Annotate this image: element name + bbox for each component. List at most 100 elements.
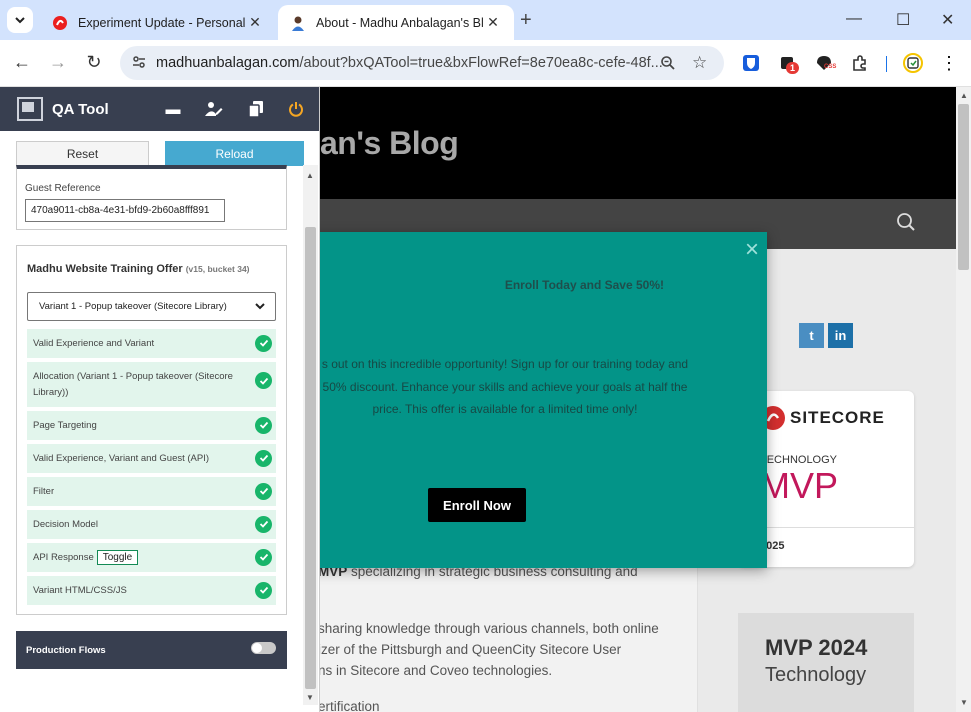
check-label: Page Targeting (33, 420, 97, 431)
qa-scroll-thumb[interactable] (305, 227, 316, 689)
check-circle-icon (255, 581, 272, 599)
maximize-icon[interactable]: ☐ (896, 10, 910, 30)
mvp2024-line2: Technology (765, 664, 867, 686)
mvp2024-line1: MVP 2024 (765, 635, 868, 660)
tab-experiment-update[interactable]: Experiment Update - Personaliz ✕ (40, 5, 276, 40)
scroll-down-arrow-icon[interactable]: ▼ (960, 698, 968, 707)
css-extension-icon[interactable]: CSS (814, 53, 837, 73)
check-page-targeting: Page Targeting (27, 411, 276, 440)
page-scroll-thumb[interactable] (958, 104, 969, 270)
forward-arrow-icon[interactable]: → (47, 52, 69, 73)
check-label: Allocation (Variant 1 - Popup takeover (… (33, 371, 233, 398)
qa-tool-logo-icon (17, 97, 43, 121)
extension-badge-count: 1 (786, 62, 800, 74)
popup-heading: Enroll Today and Save 50%! (504, 278, 664, 292)
browser-menu-icon[interactable]: ⋮ (939, 53, 959, 73)
bio-line-4: ns in Sitecore and Coveo technologies. (318, 663, 553, 678)
check-label: API Response (33, 552, 94, 563)
tab-search-button[interactable] (7, 7, 33, 33)
mvp-big-text: MVP (760, 465, 839, 506)
check-valid-experience-variant: Valid Experience and Variant (27, 329, 276, 358)
check-circle-icon (255, 372, 272, 389)
url-path: /about?bxQATool=true&bxFlowRef=8e70ea8c-… (299, 55, 663, 71)
avatar-favicon-icon (290, 15, 306, 31)
twitter-icon[interactable]: t (799, 323, 824, 348)
guest-reference-section: Guest Reference 470a9011-cb8a-4e31-bfd9-… (16, 165, 287, 230)
check-label: Variant HTML/CSS/JS (33, 585, 127, 596)
close-icon[interactable]: × (745, 238, 759, 262)
copy-icon[interactable] (246, 99, 266, 119)
scroll-down-arrow-icon[interactable]: ▼ (306, 693, 314, 702)
bio-line-2: sharing knowledge through various channe… (318, 621, 659, 636)
zoom-icon[interactable] (660, 55, 676, 71)
close-tab-icon[interactable]: ✕ (484, 14, 502, 31)
check-label: Decision Model (33, 519, 98, 530)
check-circle-icon (255, 334, 272, 352)
check-valid-experience-variant-guest: Valid Experience, Variant and Guest (API… (27, 444, 276, 473)
page-scrollbar[interactable]: ▲ ▼ (956, 87, 971, 712)
guest-reference-input[interactable]: 470a9011-cb8a-4e31-bfd9-2b60a8fff891 (25, 199, 225, 222)
check-decision-model: Decision Model (27, 510, 276, 539)
site-title[interactable]: an's Blog (320, 125, 459, 162)
check-circle-icon (255, 515, 272, 533)
qa-panel-scrollbar[interactable]: ▲ ▼ (303, 165, 318, 705)
check-label: Valid Experience and Variant (33, 338, 155, 349)
popup-body-text: s out on this incredible opportunity! Si… (321, 357, 689, 416)
chevron-down-icon (255, 303, 265, 310)
variant-select[interactable]: Variant 1 - Popup takeover (Sitecore Lib… (27, 292, 276, 321)
check-api-response: API Response Toggle (27, 543, 276, 572)
production-flows-label: Production Flows (26, 645, 106, 656)
experience-section: Madhu Website Training Offer (v15, bucke… (16, 245, 287, 615)
chevron-down-icon (15, 17, 25, 24)
minimize-icon[interactable]: — (846, 10, 862, 28)
linkedin-icon[interactable]: in (828, 323, 853, 348)
toggle-knob (252, 643, 262, 653)
close-tab-icon[interactable]: ✕ (246, 14, 264, 31)
check-variant-html-css-js: Variant HTML/CSS/JS (27, 576, 276, 605)
qa-tool-header: QA Tool ▬ (0, 87, 319, 131)
toggle-api-response-button[interactable]: Toggle (96, 550, 139, 565)
tab-title: Experiment Update - Personaliz (78, 15, 246, 30)
check-circle-icon (255, 449, 272, 467)
address-bar[interactable]: madhuanbalagan.com/about?bxQATool=true&b… (120, 46, 724, 80)
scroll-up-arrow-icon[interactable]: ▲ (306, 171, 314, 180)
mvp-2024-badge: MVP 2024 Technology (738, 613, 914, 712)
reload-icon[interactable]: ↻ (83, 52, 105, 73)
bookmark-star-icon[interactable]: ☆ (692, 53, 707, 73)
bio-line-3: izer of the Pittsburgh and QueenCity Sit… (318, 642, 622, 657)
check-label: Valid Experience, Variant and Guest (API… (33, 453, 210, 464)
check-allocation: Allocation (Variant 1 - Popup takeover (… (27, 362, 276, 407)
minimize-panel-icon[interactable]: ▬ (163, 99, 183, 119)
css-extension-label: CSS (824, 64, 837, 70)
enroll-now-button[interactable]: Enroll Now (428, 488, 526, 522)
new-tab-button[interactable]: + (520, 9, 532, 32)
check-circle-icon (255, 416, 272, 434)
tab-title: About - Madhu Anbalagan's Blo (316, 15, 484, 30)
edit-user-icon[interactable] (204, 99, 224, 119)
site-info-icon[interactable] (131, 54, 147, 70)
close-window-icon[interactable]: ✕ (941, 10, 954, 30)
variant-select-value: Variant 1 - Popup takeover (Sitecore Lib… (39, 301, 227, 312)
scroll-up-arrow-icon[interactable]: ▲ (960, 91, 968, 100)
guest-reference-label: Guest Reference (25, 183, 101, 194)
check-filter: Filter (27, 477, 276, 506)
tab-about-blog[interactable]: About - Madhu Anbalagan's Blo ✕ (278, 5, 514, 40)
extension-badge-icon[interactable]: 1 (778, 53, 800, 74)
browser-tab-strip: Experiment Update - Personaliz ✕ About -… (0, 0, 971, 40)
bio-line-5: ertification (318, 699, 380, 712)
bitwarden-extension-icon[interactable] (741, 53, 761, 73)
toolbar-divider (886, 56, 887, 72)
profile-avatar-icon[interactable] (903, 53, 923, 73)
reset-button[interactable]: Reset (16, 141, 149, 166)
qa-tool-panel: QA Tool ▬ Reset Reload Guest Reference 4… (0, 87, 320, 712)
experience-meta: (v15, bucket 34) (185, 264, 250, 274)
production-flows-toggle[interactable] (251, 642, 276, 654)
check-label: Filter (33, 486, 55, 497)
reload-button[interactable]: Reload (165, 141, 304, 166)
qa-tool-title: QA Tool (52, 101, 109, 118)
search-icon[interactable] (896, 212, 916, 232)
puzzle-extensions-icon[interactable] (850, 53, 870, 73)
sitecore-favicon-icon (52, 15, 68, 31)
back-arrow-icon[interactable]: ← (11, 52, 33, 73)
power-icon[interactable] (286, 99, 306, 119)
